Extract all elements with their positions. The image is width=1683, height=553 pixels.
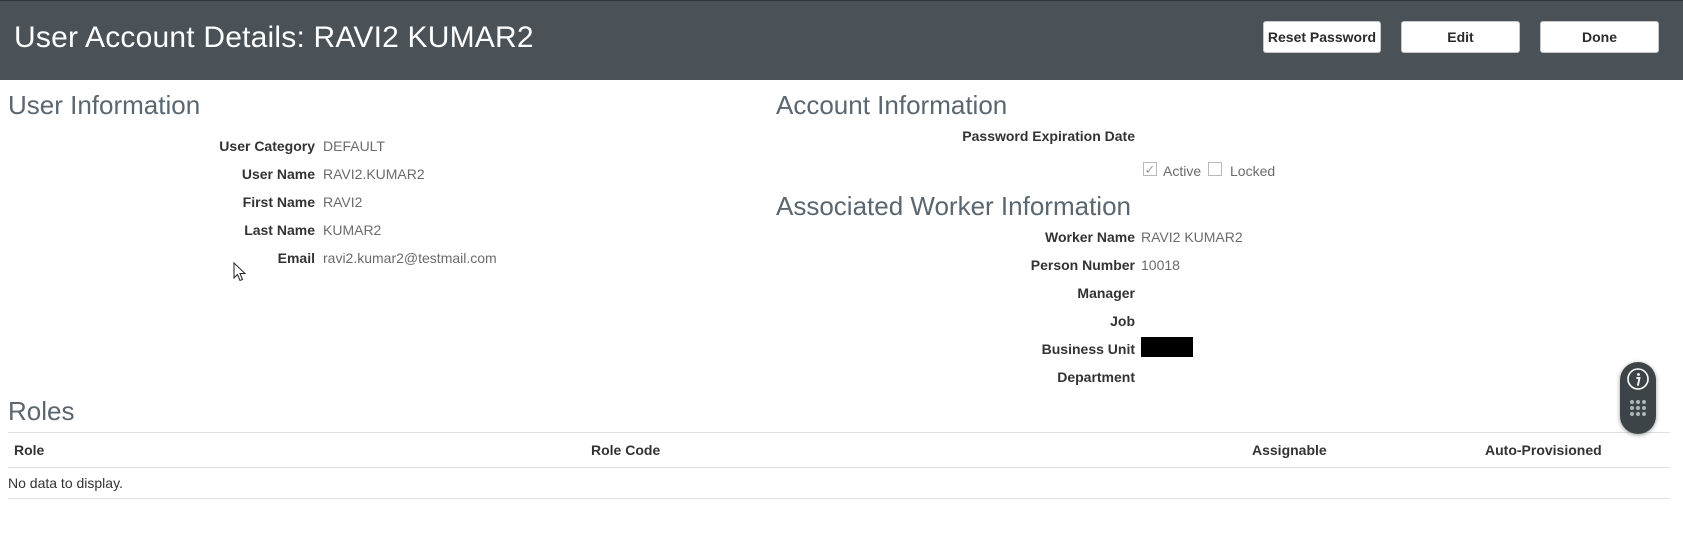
user-name-label: User Name [241,166,315,182]
password-expiration-label: Password Expiration Date [962,128,1135,144]
first-name-label: First Name [242,194,315,210]
done-button[interactable]: Done [1540,21,1659,53]
grid-dots-icon [1630,400,1646,416]
page-title: User Account Details: RAVI2 KUMAR2 [14,21,534,54]
reset-password-button[interactable]: Reset Password [1263,21,1381,53]
active-label: Active [1163,163,1202,179]
mouse-pointer-icon [233,262,247,282]
page-header: User Account Details: RAVI2 KUMAR2 Reset… [0,0,1683,80]
checkmark-icon: ✓ [1144,161,1156,177]
user-category-value: DEFAULT [323,138,385,154]
email-label: Email [277,250,315,266]
column-header-role-code[interactable]: Role Code [591,442,660,458]
edit-button[interactable]: Edit [1401,21,1520,53]
user-category-label: User Category [219,138,315,154]
email-value: ravi2.kumar2@testmail.com [323,250,497,266]
locked-checkbox[interactable] [1208,162,1222,176]
business-unit-value-redacted [1141,337,1193,357]
person-number-label: Person Number [1030,257,1135,273]
last-name-label: Last Name [244,222,315,238]
column-header-assignable[interactable]: Assignable [1252,442,1327,458]
roles-empty-message: No data to display. [8,468,1670,499]
roles-table-header: Role Role Code Assignable Auto-Provision… [8,432,1670,468]
job-label: Job [1110,313,1135,329]
worker-name-value: RAVI2 KUMAR2 [1141,229,1243,245]
user-name-value: RAVI2.KUMAR2 [323,166,425,182]
floating-toolbar[interactable] [1620,362,1656,434]
last-name-value: KUMAR2 [323,222,382,238]
business-unit-label: Business Unit [1041,341,1135,357]
info-icon[interactable] [1620,362,1656,434]
manager-label: Manager [1077,285,1135,301]
roles-heading: Roles [8,396,75,426]
associated-worker-heading: Associated Worker Information [776,191,1131,221]
first-name-value: RAVI2 [323,194,363,210]
worker-name-label: Worker Name [1044,229,1135,245]
column-header-auto-provisioned[interactable]: Auto-Provisioned [1485,442,1602,458]
column-header-role[interactable]: Role [14,442,44,458]
account-information-heading: Account Information [776,90,1008,120]
user-information-heading: User Information [8,90,201,120]
locked-label: Locked [1230,163,1276,179]
active-checkbox[interactable]: ✓ [1143,162,1157,176]
person-number-value: 10018 [1141,257,1180,273]
department-label: Department [1057,369,1135,385]
